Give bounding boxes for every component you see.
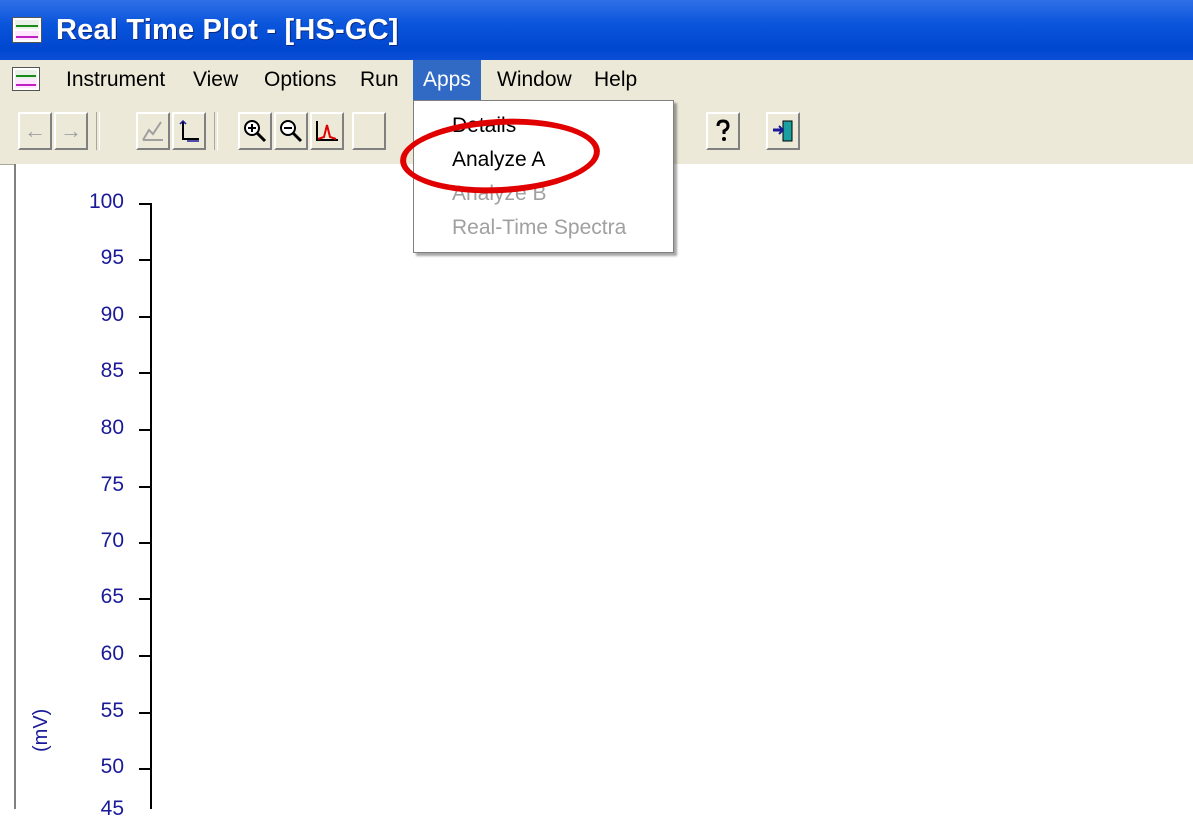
y-tick bbox=[139, 429, 151, 431]
y-tick bbox=[139, 203, 151, 205]
title-bar: Real Time Plot - [HS-GC] bbox=[0, 0, 1193, 60]
y-tick bbox=[139, 486, 151, 488]
y-axis-unit-label: (mV) bbox=[30, 708, 52, 752]
menu-options[interactable]: Options bbox=[254, 60, 346, 100]
y-tick bbox=[139, 598, 151, 600]
zoom-out-icon[interactable] bbox=[274, 112, 308, 150]
forward-arrow-icon[interactable]: → bbox=[54, 112, 88, 150]
y-tick-label: 95 bbox=[100, 246, 124, 269]
y-tick bbox=[139, 372, 151, 374]
menu-view[interactable]: View bbox=[183, 60, 248, 100]
y-tick-label: 55 bbox=[100, 699, 124, 722]
y-tick-label: 80 bbox=[100, 416, 124, 439]
y-tick-label: 45 bbox=[100, 797, 124, 820]
y-tick bbox=[139, 259, 151, 261]
y-tick-label: 65 bbox=[100, 585, 124, 608]
y-tick-label: 70 bbox=[100, 529, 124, 552]
y-tick-label: 100 bbox=[88, 190, 124, 213]
y-tick-label: 60 bbox=[100, 642, 124, 665]
y-tick bbox=[139, 316, 151, 318]
y-tick bbox=[139, 542, 151, 544]
menu-instrument[interactable]: Instrument bbox=[56, 60, 175, 100]
menu-run[interactable]: Run bbox=[350, 60, 409, 100]
back-arrow-icon[interactable]: ← bbox=[18, 112, 52, 150]
y-tick bbox=[139, 712, 151, 714]
menu-bar: Instrument View Options Run Apps Window … bbox=[0, 60, 1193, 100]
y-tick bbox=[139, 655, 151, 657]
help-icon[interactable] bbox=[706, 112, 740, 150]
placeholder-icon[interactable] bbox=[352, 112, 386, 150]
trace-icon[interactable] bbox=[136, 112, 170, 150]
menu-apps[interactable]: Apps bbox=[413, 60, 481, 100]
window-title: Real Time Plot - [HS-GC] bbox=[56, 14, 399, 46]
exit-icon[interactable] bbox=[766, 112, 800, 150]
menu-item-real-time-spectra[interactable]: Real-Time Spectra bbox=[452, 213, 626, 243]
menu-window[interactable]: Window bbox=[487, 60, 582, 100]
y-tick-label: 50 bbox=[100, 755, 124, 778]
plot-area[interactable] bbox=[14, 164, 1193, 809]
y-tick bbox=[139, 768, 151, 770]
axis-scale-icon[interactable] bbox=[172, 112, 206, 150]
menu-help[interactable]: Help bbox=[584, 60, 647, 100]
app-icon[interactable] bbox=[12, 17, 42, 43]
y-tick-label: 75 bbox=[100, 473, 124, 496]
zoom-in-icon[interactable] bbox=[238, 112, 272, 150]
system-menu-icon[interactable] bbox=[12, 67, 40, 91]
y-tick-label: 85 bbox=[100, 359, 124, 382]
y-axis-line bbox=[150, 203, 152, 809]
autoscale-icon[interactable] bbox=[310, 112, 344, 150]
y-tick-label: 90 bbox=[100, 303, 124, 326]
